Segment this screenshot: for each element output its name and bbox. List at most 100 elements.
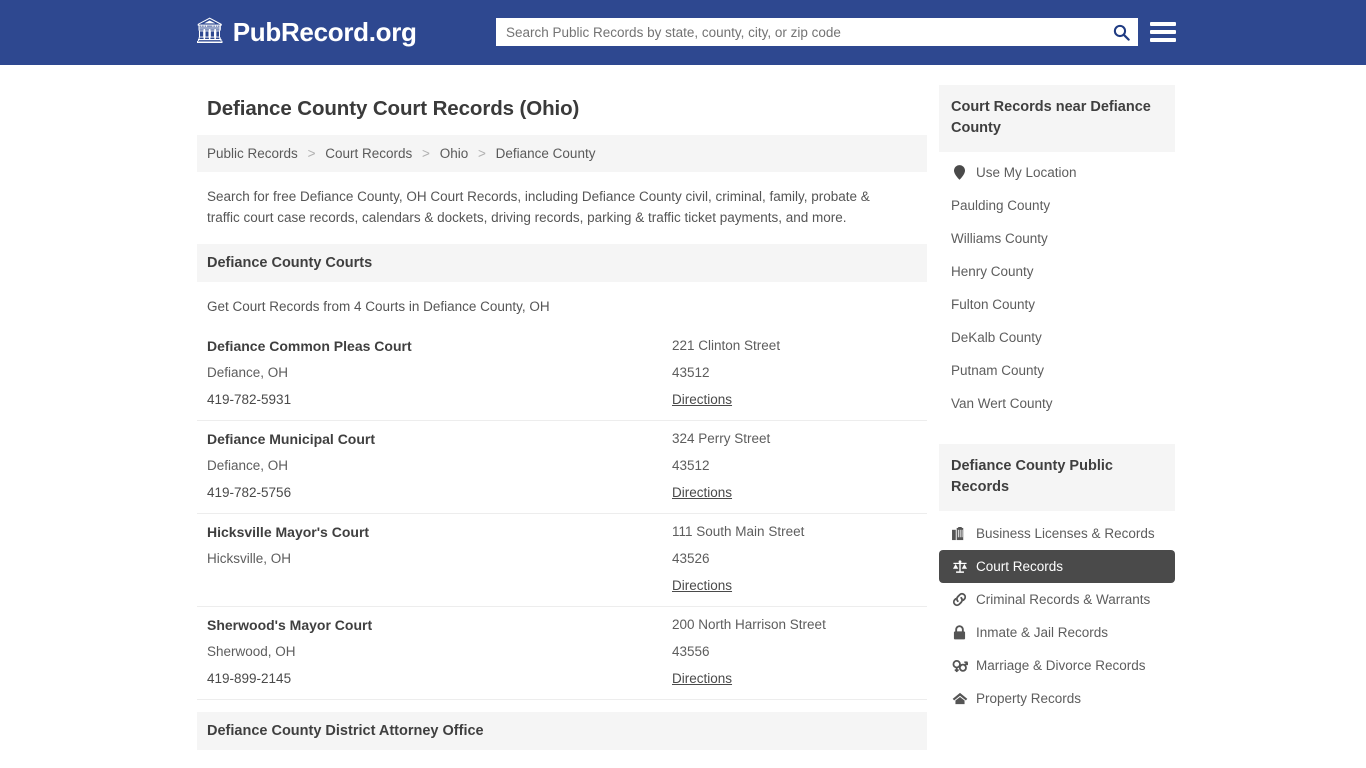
breadcrumb-item-public-records[interactable]: Public Records bbox=[207, 146, 298, 161]
padlock-icon bbox=[951, 625, 968, 640]
courts-section-heading: Defiance County Courts bbox=[197, 244, 927, 282]
link-chain-icon bbox=[951, 592, 968, 607]
hamburger-bar bbox=[1150, 22, 1176, 26]
map-pin-icon bbox=[951, 165, 968, 180]
court-directions-wrap: Directions bbox=[672, 578, 917, 594]
court-phone[interactable]: 419-899-2145 bbox=[207, 671, 672, 687]
sidebar-item-court-records[interactable]: Court Records bbox=[939, 550, 1175, 583]
search-icon bbox=[1113, 24, 1130, 41]
sidebar-item-label: Van Wert County bbox=[951, 396, 1053, 411]
page-intro-text: Search for free Defiance County, OH Cour… bbox=[207, 189, 870, 225]
page-title: Defiance County Court Records (Ohio) bbox=[207, 97, 580, 120]
sidebar-item-inmate-jail-records[interactable]: Inmate & Jail Records bbox=[939, 616, 1175, 649]
search-bar bbox=[496, 18, 1138, 46]
breadcrumb-item-defiance-county[interactable]: Defiance County bbox=[496, 146, 596, 161]
house-icon bbox=[951, 692, 968, 705]
court-details: Sherwood's Mayor Court Sherwood, OH 419-… bbox=[207, 617, 672, 687]
da-section-subheading: Get Court Records from 1 District Attorn… bbox=[197, 750, 927, 768]
sidebar-public-records-list: Business Licenses & Records Court Record… bbox=[939, 511, 1175, 715]
directions-link[interactable]: Directions bbox=[672, 671, 732, 686]
sidebar-item-putnam-county[interactable]: Putnam County bbox=[939, 354, 1175, 387]
gender-symbols-icon bbox=[951, 658, 968, 673]
court-phone[interactable]: 419-782-5756 bbox=[207, 485, 672, 501]
sidebar-item-label: Criminal Records & Warrants bbox=[976, 592, 1151, 607]
bank-building-icon: 🏛 bbox=[194, 17, 226, 45]
sidebar-item-marriage-divorce-records[interactable]: Marriage & Divorce Records bbox=[939, 649, 1175, 682]
hamburger-bar bbox=[1150, 30, 1176, 34]
directions-link[interactable]: Directions bbox=[672, 578, 732, 593]
logo-text: PubRecord.org bbox=[232, 17, 417, 47]
breadcrumb-separator: > bbox=[477, 146, 486, 161]
sidebar-item-business-licenses[interactable]: Business Licenses & Records bbox=[939, 517, 1175, 550]
sidebar-item-label: Williams County bbox=[951, 231, 1048, 246]
sidebar-item-paulding-county[interactable]: Paulding County bbox=[939, 189, 1175, 222]
sidebar-item-label: Putnam County bbox=[951, 363, 1045, 378]
sidebar-item-van-wert-county[interactable]: Van Wert County bbox=[939, 387, 1175, 420]
search-button[interactable] bbox=[1104, 18, 1138, 46]
court-directions-wrap: Directions bbox=[672, 671, 917, 687]
briefcase-icon bbox=[951, 526, 968, 541]
sidebar-item-williams-county[interactable]: Williams County bbox=[939, 222, 1175, 255]
court-name: Defiance Municipal Court bbox=[207, 431, 376, 447]
table-row: Hicksville Mayor's Court Hicksville, OH … bbox=[197, 514, 927, 607]
table-row: Defiance Municipal Court Defiance, OH 41… bbox=[197, 421, 927, 514]
court-street: 221 Clinton Street bbox=[672, 338, 781, 353]
sidebar-item-label: Paulding County bbox=[951, 198, 1051, 213]
breadcrumb-separator: > bbox=[422, 146, 430, 161]
court-address: 324 Perry Street 43512 Directions bbox=[672, 431, 917, 501]
sidebar-item-label: Property Records bbox=[976, 691, 1082, 706]
breadcrumb-item-court-records[interactable]: Court Records bbox=[325, 146, 412, 161]
site-header: 🏛 PubRecord.org bbox=[0, 0, 1366, 65]
sidebar-item-dekalb-county[interactable]: DeKalb County bbox=[939, 321, 1175, 354]
breadcrumb-item-ohio[interactable]: Ohio bbox=[440, 146, 469, 161]
main-column: Defiance County Court Records (Ohio) Pub… bbox=[197, 85, 927, 768]
sidebar-nearby-list: Use My Location Paulding County Williams… bbox=[939, 152, 1175, 426]
directions-link[interactable]: Directions bbox=[672, 485, 732, 500]
court-directions-wrap: Directions bbox=[672, 485, 917, 501]
search-input[interactable] bbox=[496, 24, 1104, 40]
hamburger-menu-icon[interactable] bbox=[1150, 19, 1176, 45]
courts-section-subheading: Get Court Records from 4 Courts in Defia… bbox=[207, 299, 550, 314]
sidebar-item-fulton-county[interactable]: Fulton County bbox=[939, 288, 1175, 321]
sidebar-public-records-block: Defiance County Public Records Business … bbox=[939, 444, 1175, 715]
court-zip: 43556 bbox=[672, 644, 710, 659]
court-address: 200 North Harrison Street 43556 Directio… bbox=[672, 617, 917, 687]
da-section-heading: Defiance County District Attorney Office bbox=[197, 712, 927, 750]
court-address: 221 Clinton Street 43512 Directions bbox=[672, 338, 917, 408]
court-city-state: Defiance, OH bbox=[207, 365, 289, 380]
content-container: Defiance County Court Records (Ohio) Pub… bbox=[197, 85, 1175, 768]
court-zip: 43526 bbox=[672, 551, 710, 566]
sidebar-item-label: Use My Location bbox=[976, 165, 1077, 180]
sidebar-item-use-my-location[interactable]: Use My Location bbox=[939, 156, 1175, 189]
sidebar-item-label: Inmate & Jail Records bbox=[976, 625, 1109, 640]
table-row: Defiance Common Pleas Court Defiance, OH… bbox=[197, 328, 927, 421]
court-street: 200 North Harrison Street bbox=[672, 617, 826, 632]
directions-link[interactable]: Directions bbox=[672, 392, 732, 407]
court-street: 324 Perry Street bbox=[672, 431, 771, 446]
hamburger-bar bbox=[1150, 38, 1176, 42]
court-name: Sherwood's Mayor Court bbox=[207, 617, 373, 633]
sidebar-public-records-heading: Defiance County Public Records bbox=[939, 444, 1175, 511]
court-name: Hicksville Mayor's Court bbox=[207, 524, 370, 540]
sidebar-item-criminal-records[interactable]: Criminal Records & Warrants bbox=[939, 583, 1175, 616]
breadcrumb-separator: > bbox=[307, 146, 316, 161]
sidebar-item-label: Business Licenses & Records bbox=[976, 526, 1155, 541]
sidebar-nearby-heading: Court Records near Defiance County bbox=[939, 85, 1175, 152]
sidebar-item-label: DeKalb County bbox=[951, 330, 1042, 345]
site-logo[interactable]: 🏛 PubRecord.org bbox=[194, 17, 417, 48]
court-details: Hicksville Mayor's Court Hicksville, OH bbox=[207, 524, 672, 594]
court-city-state: Hicksville, OH bbox=[207, 551, 292, 566]
sidebar-item-label: Henry County bbox=[951, 264, 1034, 279]
page-body: Defiance County Court Records (Ohio) Pub… bbox=[0, 65, 1366, 768]
table-row: Sherwood's Mayor Court Sherwood, OH 419-… bbox=[197, 607, 927, 700]
court-directions-wrap: Directions bbox=[672, 392, 917, 408]
court-city-state: Defiance, OH bbox=[207, 458, 289, 473]
sidebar-item-property-records[interactable]: Property Records bbox=[939, 682, 1175, 715]
court-phone[interactable]: 419-782-5931 bbox=[207, 392, 672, 408]
sidebar-item-label: Fulton County bbox=[951, 297, 1036, 312]
breadcrumb: Public Records > Court Records > Ohio > … bbox=[197, 135, 927, 172]
court-details: Defiance Common Pleas Court Defiance, OH… bbox=[207, 338, 672, 408]
sidebar-item-henry-county[interactable]: Henry County bbox=[939, 255, 1175, 288]
court-street: 111 South Main Street bbox=[672, 524, 805, 539]
sidebar-item-label: Court Records bbox=[976, 559, 1064, 574]
